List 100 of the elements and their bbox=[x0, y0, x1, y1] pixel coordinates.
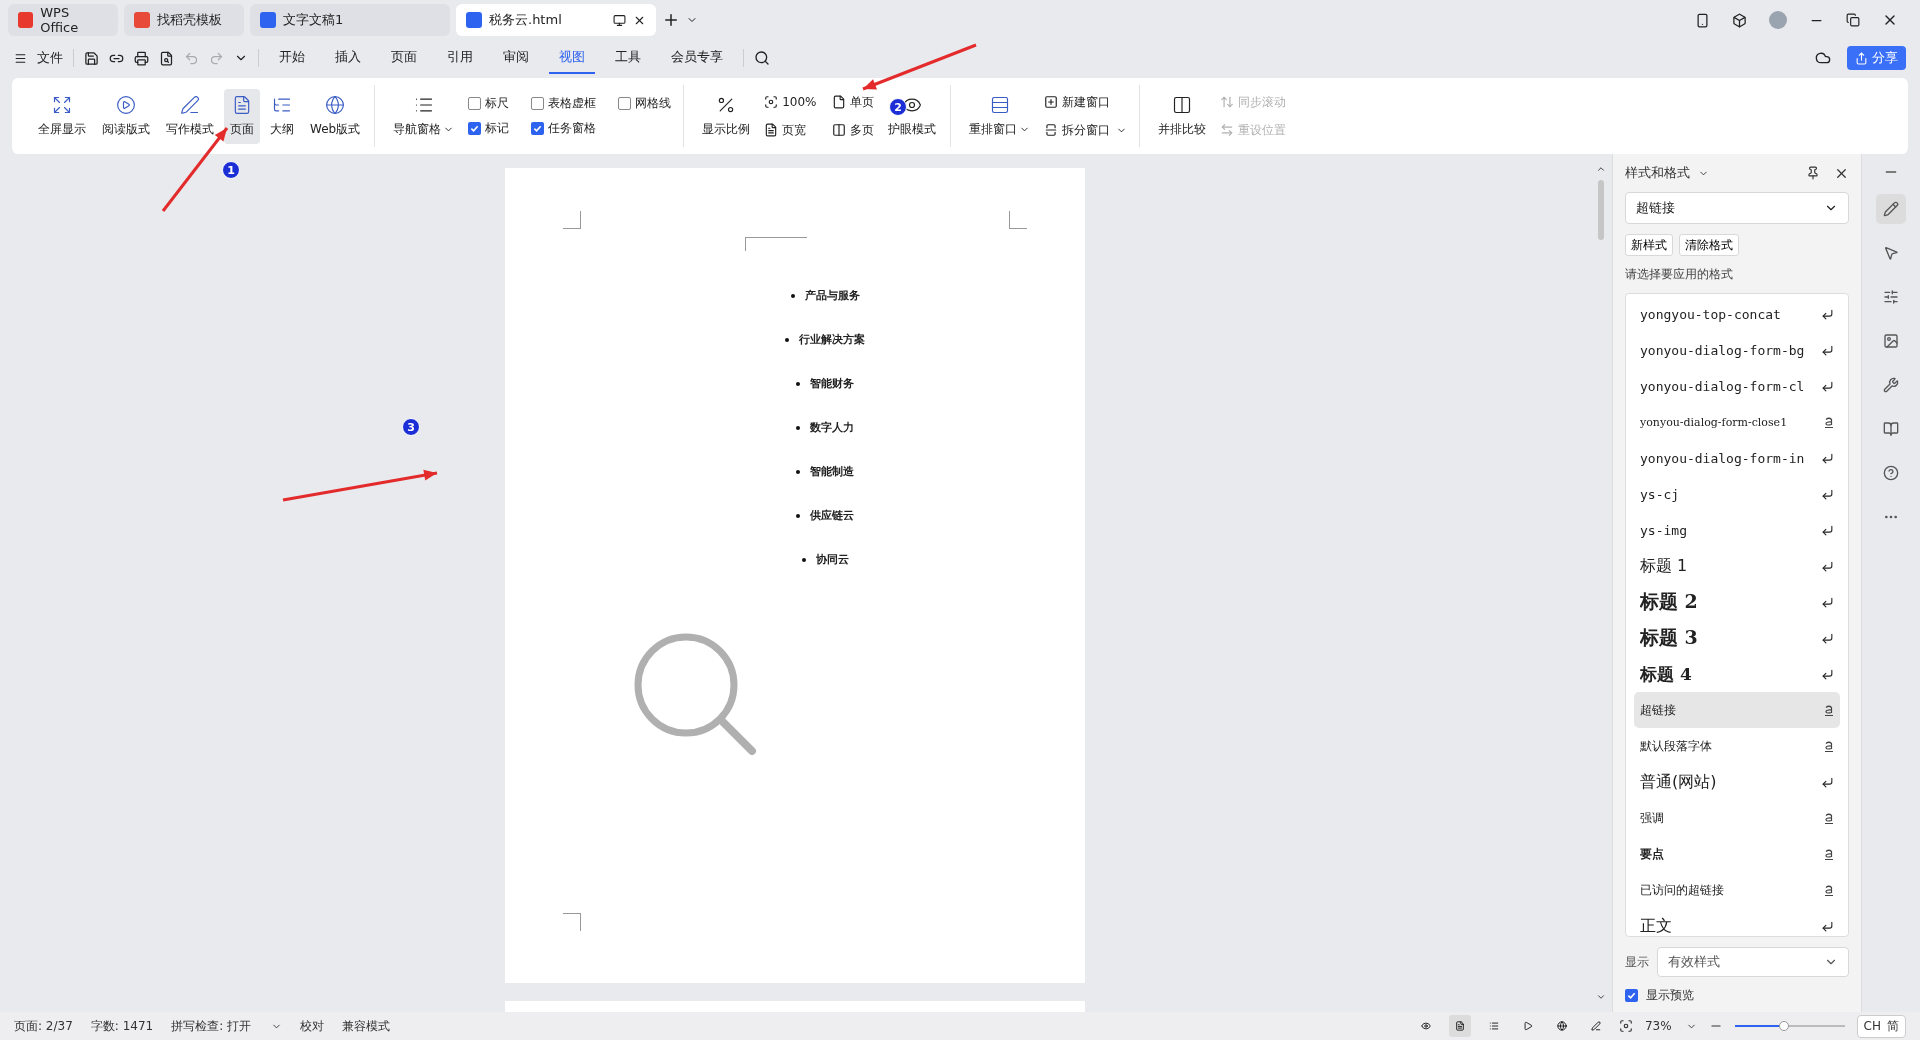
style-item[interactable]: 标题 4 bbox=[1634, 656, 1840, 692]
zoom-button[interactable]: 显示比例 bbox=[696, 88, 757, 144]
checkbox[interactable] bbox=[1625, 989, 1638, 1002]
style-item[interactable]: yonyou-dialog-form-cl bbox=[1634, 368, 1840, 404]
style-item[interactable]: 已访问的超链接 bbox=[1634, 872, 1840, 908]
style-item[interactable]: 超链接 bbox=[1634, 692, 1840, 728]
style-item[interactable]: yonyou-dialog-form-close1 bbox=[1634, 404, 1840, 440]
checkbox-option[interactable]: 标记 bbox=[464, 118, 514, 139]
style-item[interactable]: 强调 bbox=[1634, 800, 1840, 836]
split-window-button[interactable]: 拆分窗口 bbox=[1040, 117, 1132, 143]
compare-button[interactable]: 并排比较 bbox=[1152, 88, 1213, 144]
show-label: 显示 bbox=[1625, 953, 1649, 971]
style-name: 普通(网站) bbox=[1640, 771, 1717, 793]
style-item[interactable]: ys-img bbox=[1634, 512, 1840, 548]
view-button[interactable]: 全屏显示 bbox=[32, 88, 92, 144]
menu-tab[interactable]: 插入 bbox=[325, 42, 371, 74]
print-icon[interactable] bbox=[134, 50, 149, 66]
cube-icon[interactable] bbox=[1732, 12, 1747, 28]
menu-tab[interactable]: 工具 bbox=[605, 42, 651, 74]
menu-tab[interactable]: 审阅 bbox=[493, 42, 539, 74]
pin-icon[interactable] bbox=[1806, 166, 1820, 180]
style-item[interactable]: ys-cj bbox=[1634, 476, 1840, 512]
new-window-button[interactable]: 新建窗口 bbox=[1040, 89, 1132, 115]
expand-icon bbox=[52, 94, 72, 115]
reset-icon bbox=[1220, 123, 1235, 137]
search-icon[interactable] bbox=[754, 50, 770, 66]
preview-icon[interactable] bbox=[159, 50, 174, 66]
panel-title[interactable]: 样式和格式 bbox=[1625, 164, 1690, 182]
list-item: 协同云 bbox=[815, 552, 849, 567]
proofread-link[interactable]: 校对 bbox=[300, 1017, 325, 1035]
rearrange-button[interactable]: 重排窗口 bbox=[963, 88, 1037, 144]
menu-tab[interactable]: 会员专享 bbox=[661, 42, 733, 74]
document-tab[interactable]: 找稻壳模板 bbox=[124, 4, 244, 36]
style-name: 超链接 bbox=[1640, 701, 1676, 719]
style-name: ys-img bbox=[1640, 522, 1687, 538]
style-item[interactable]: 标题 2 bbox=[1634, 584, 1840, 620]
checkbox-option[interactable]: 标尺 bbox=[464, 93, 514, 114]
plus-icon[interactable] bbox=[662, 11, 680, 29]
zoom-option[interactable]: 100% bbox=[760, 89, 821, 115]
pencil-icon[interactable] bbox=[1876, 194, 1906, 224]
spell-check[interactable]: 拼写检查: 打开 bbox=[171, 1017, 252, 1035]
save-icon[interactable] bbox=[84, 50, 99, 66]
checkbox-option[interactable]: 任务窗格 bbox=[527, 118, 601, 139]
focus-icon[interactable] bbox=[1618, 1019, 1633, 1033]
style-item[interactable]: 要点 bbox=[1634, 836, 1840, 872]
scroll-up-icon[interactable] bbox=[1596, 164, 1606, 174]
menu-tab[interactable]: 页面 bbox=[381, 42, 427, 74]
monitor-icon bbox=[613, 13, 626, 27]
page-count: 页面: 2/37 bbox=[14, 1017, 73, 1035]
ime-indicator[interactable]: CH 简 bbox=[1856, 1014, 1906, 1038]
style-item[interactable]: 正文 bbox=[1634, 908, 1840, 936]
view-button[interactable]: 大纲 bbox=[264, 88, 300, 144]
style-item[interactable]: 默认段落字体 bbox=[1634, 728, 1840, 764]
zoom-option[interactable]: 多页 bbox=[828, 117, 879, 143]
new-style-button[interactable]: 新样式 bbox=[1625, 234, 1673, 256]
word-count: 字数: 1471 bbox=[90, 1017, 154, 1035]
restore-icon[interactable] bbox=[1846, 13, 1860, 27]
tab-label: 税务云.html bbox=[489, 11, 562, 29]
nav-pane-button[interactable]: 导航窗格 bbox=[387, 88, 461, 144]
style-name: 标题 2 bbox=[1640, 589, 1698, 614]
ratio-icon bbox=[764, 95, 779, 109]
tab-label: 文字文稿1 bbox=[283, 11, 344, 29]
menu-icon[interactable] bbox=[14, 51, 27, 65]
document-tab[interactable]: 文字文稿1 bbox=[250, 4, 450, 36]
menu-tab[interactable]: 开始 bbox=[269, 42, 315, 74]
document-icon bbox=[466, 12, 482, 28]
cloud-icon[interactable] bbox=[1815, 50, 1831, 66]
bullet-dot bbox=[801, 557, 806, 562]
zoom-level[interactable]: 73% bbox=[1644, 1019, 1672, 1033]
compat-mode: 兼容模式 bbox=[342, 1017, 391, 1035]
view-button[interactable]: 写作模式 bbox=[160, 88, 220, 144]
view-button[interactable]: Web版式 bbox=[304, 88, 367, 144]
style-dropdown[interactable]: 超链接 bbox=[1625, 192, 1849, 224]
share-button[interactable]: 分享 bbox=[1847, 46, 1906, 70]
style-item[interactable]: 标题 3 bbox=[1634, 620, 1840, 656]
scrollbar-thumb[interactable] bbox=[1598, 180, 1604, 240]
zoom-option[interactable]: 页宽 bbox=[760, 117, 821, 143]
style-item[interactable]: yongyou-top-concat bbox=[1634, 296, 1840, 332]
show-dropdown[interactable]: 有效样式 bbox=[1657, 947, 1849, 977]
phone-icon[interactable] bbox=[1695, 12, 1710, 28]
document-tab[interactable]: 税务云.html bbox=[456, 4, 656, 36]
multi-page-icon bbox=[832, 123, 847, 137]
page-icon[interactable] bbox=[1448, 1015, 1471, 1037]
file-menu[interactable]: 文件 bbox=[37, 49, 63, 67]
style-name: 标题 1 bbox=[1640, 555, 1688, 577]
view-button[interactable]: 阅读版式 bbox=[96, 88, 156, 144]
menu-tab[interactable]: 视图 bbox=[549, 42, 595, 74]
zoom-option[interactable]: 单页 bbox=[828, 89, 879, 115]
menu-tab[interactable]: 引用 bbox=[437, 42, 483, 74]
scroll-down-icon[interactable] bbox=[1596, 992, 1606, 1002]
document-tab[interactable]: WPS Office bbox=[8, 4, 118, 36]
clear-format-button[interactable]: 清除格式 bbox=[1679, 234, 1739, 256]
new-window-icon bbox=[1044, 95, 1059, 109]
checkbox-option[interactable]: 表格虚框 bbox=[527, 93, 601, 114]
style-item[interactable]: yonyou-dialog-form-in bbox=[1634, 440, 1840, 476]
style-item[interactable]: 普通(网站) bbox=[1634, 764, 1840, 800]
style-item[interactable]: 标题 1 bbox=[1634, 548, 1840, 584]
style-item[interactable]: yonyou-dialog-form-bg bbox=[1634, 332, 1840, 368]
view-button[interactable]: 页面 bbox=[224, 88, 260, 144]
checkbox-option[interactable]: 网格线 bbox=[614, 93, 676, 114]
